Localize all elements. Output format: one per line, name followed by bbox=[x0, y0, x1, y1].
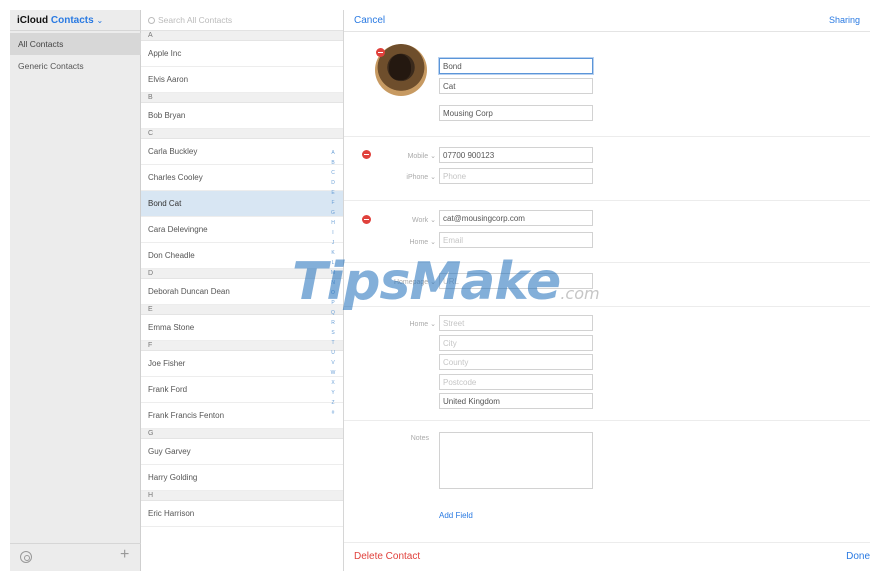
contact-row[interactable]: Bob Bryan bbox=[141, 103, 343, 129]
contact-row[interactable]: Carla Buckley bbox=[141, 139, 343, 165]
detail-header-divider bbox=[344, 31, 870, 32]
phone-label-mobile[interactable]: Mobile ⌄ bbox=[384, 152, 436, 160]
postcode-field[interactable]: Postcode bbox=[439, 374, 593, 390]
company-field[interactable]: Mousing Corp bbox=[439, 105, 593, 121]
contact-row[interactable]: Frank Francis Fenton bbox=[141, 403, 343, 429]
watermark-logo: TipsMake.com bbox=[292, 252, 600, 312]
contact-row[interactable]: Emma Stone bbox=[141, 315, 343, 341]
index-letter[interactable]: A bbox=[328, 148, 338, 158]
delete-contact-button[interactable]: Delete Contact bbox=[354, 551, 420, 562]
add-field-button[interactable]: Add Field bbox=[439, 511, 473, 520]
street-field[interactable]: Street bbox=[439, 315, 593, 331]
section-divider bbox=[344, 200, 870, 201]
index-letter[interactable]: Z bbox=[328, 398, 338, 408]
sidebar-footer: + bbox=[10, 543, 141, 571]
index-letter[interactable]: B bbox=[328, 158, 338, 168]
remove-phone-icon[interactable] bbox=[362, 150, 371, 159]
country-field[interactable]: United Kingdom bbox=[439, 393, 593, 409]
work-email-field[interactable]: cat@mousingcorp.com bbox=[439, 210, 593, 226]
gear-icon[interactable] bbox=[20, 551, 32, 563]
sidebar: iCloud Contacts ⌄ All Contacts Generic C… bbox=[10, 10, 141, 571]
contact-row[interactable]: Bond Cat bbox=[141, 191, 343, 217]
section-divider bbox=[344, 136, 870, 137]
index-letter[interactable]: J bbox=[328, 238, 338, 248]
contact-row[interactable]: Joe Fisher bbox=[141, 351, 343, 377]
section-header: A bbox=[141, 31, 343, 41]
index-letter[interactable]: I bbox=[328, 228, 338, 238]
index-letter[interactable]: Y bbox=[328, 388, 338, 398]
first-name-field[interactable]: Bond bbox=[439, 58, 593, 74]
footer-divider bbox=[344, 542, 870, 543]
add-icon[interactable]: + bbox=[120, 546, 129, 564]
sidebar-item-group[interactable]: Generic Contacts bbox=[10, 55, 141, 77]
index-letter[interactable]: V bbox=[328, 358, 338, 368]
section-header: F bbox=[141, 341, 343, 351]
email-label-home[interactable]: Home ⌄ bbox=[384, 238, 437, 246]
remove-photo-icon[interactable] bbox=[376, 48, 385, 57]
app-title[interactable]: iCloud Contacts ⌄ bbox=[10, 10, 141, 31]
done-button[interactable]: Done bbox=[846, 551, 870, 562]
last-name-field[interactable]: Cat bbox=[439, 78, 593, 94]
notes-field[interactable] bbox=[439, 432, 593, 489]
index-letter[interactable]: C bbox=[328, 168, 338, 178]
home-email-field[interactable]: Email bbox=[439, 232, 593, 248]
index-letter[interactable]: E bbox=[328, 188, 338, 198]
index-letter[interactable]: X bbox=[328, 378, 338, 388]
index-letter[interactable]: S bbox=[328, 328, 338, 338]
address-label[interactable]: Home ⌄ bbox=[384, 320, 437, 328]
search-input[interactable]: Search All Contacts bbox=[158, 15, 232, 25]
iphone-field[interactable]: Phone bbox=[439, 168, 593, 184]
app-name: iCloud bbox=[17, 15, 49, 26]
index-letter[interactable]: R bbox=[328, 318, 338, 328]
app-section: Contacts bbox=[50, 15, 94, 26]
contact-row[interactable]: Guy Garvey bbox=[141, 439, 343, 465]
section-header: G bbox=[141, 429, 343, 439]
remove-email-icon[interactable] bbox=[362, 215, 371, 224]
index-letter[interactable]: U bbox=[328, 348, 338, 358]
contact-row[interactable]: Harry Golding bbox=[141, 465, 343, 491]
index-letter[interactable]: D bbox=[328, 178, 338, 188]
notes-label: Notes bbox=[410, 435, 429, 442]
section-header: H bbox=[141, 491, 343, 501]
contact-row[interactable]: Eric Harrison bbox=[141, 501, 343, 527]
index-letter[interactable]: W bbox=[328, 368, 338, 378]
cancel-button[interactable]: Cancel bbox=[354, 15, 385, 26]
contact-row[interactable]: Apple Inc bbox=[141, 41, 343, 67]
mobile-phone-field[interactable]: 07700 900123 bbox=[439, 147, 593, 163]
contact-row[interactable]: Elvis Aaron bbox=[141, 67, 343, 93]
contacts-app: iCloud Contacts ⌄ All Contacts Generic C… bbox=[10, 10, 870, 571]
contact-row[interactable]: Frank Ford bbox=[141, 377, 343, 403]
contact-row[interactable]: Cara Delevingne bbox=[141, 217, 343, 243]
section-header: B bbox=[141, 93, 343, 103]
city-field[interactable]: City bbox=[439, 335, 593, 351]
email-label-work[interactable]: Work ⌄ bbox=[384, 216, 436, 224]
search-icon bbox=[148, 17, 155, 24]
section-divider bbox=[344, 420, 870, 421]
search-field[interactable]: Search All Contacts bbox=[141, 10, 343, 31]
index-letter[interactable]: H bbox=[328, 218, 338, 228]
county-field[interactable]: County bbox=[439, 354, 593, 370]
phone-label-iphone[interactable]: iPhone ⌄ bbox=[384, 173, 436, 181]
index-letter[interactable]: F bbox=[328, 198, 338, 208]
index-letter[interactable]: # bbox=[328, 408, 338, 418]
index-letter[interactable]: G bbox=[328, 208, 338, 218]
sharing-button[interactable]: Sharing bbox=[829, 15, 860, 25]
section-header: C bbox=[141, 129, 343, 139]
sidebar-item-all-contacts[interactable]: All Contacts bbox=[10, 33, 141, 55]
index-letter[interactable]: T bbox=[328, 338, 338, 348]
chevron-down-icon[interactable]: ⌄ bbox=[96, 16, 103, 25]
contact-row[interactable]: Charles Cooley bbox=[141, 165, 343, 191]
